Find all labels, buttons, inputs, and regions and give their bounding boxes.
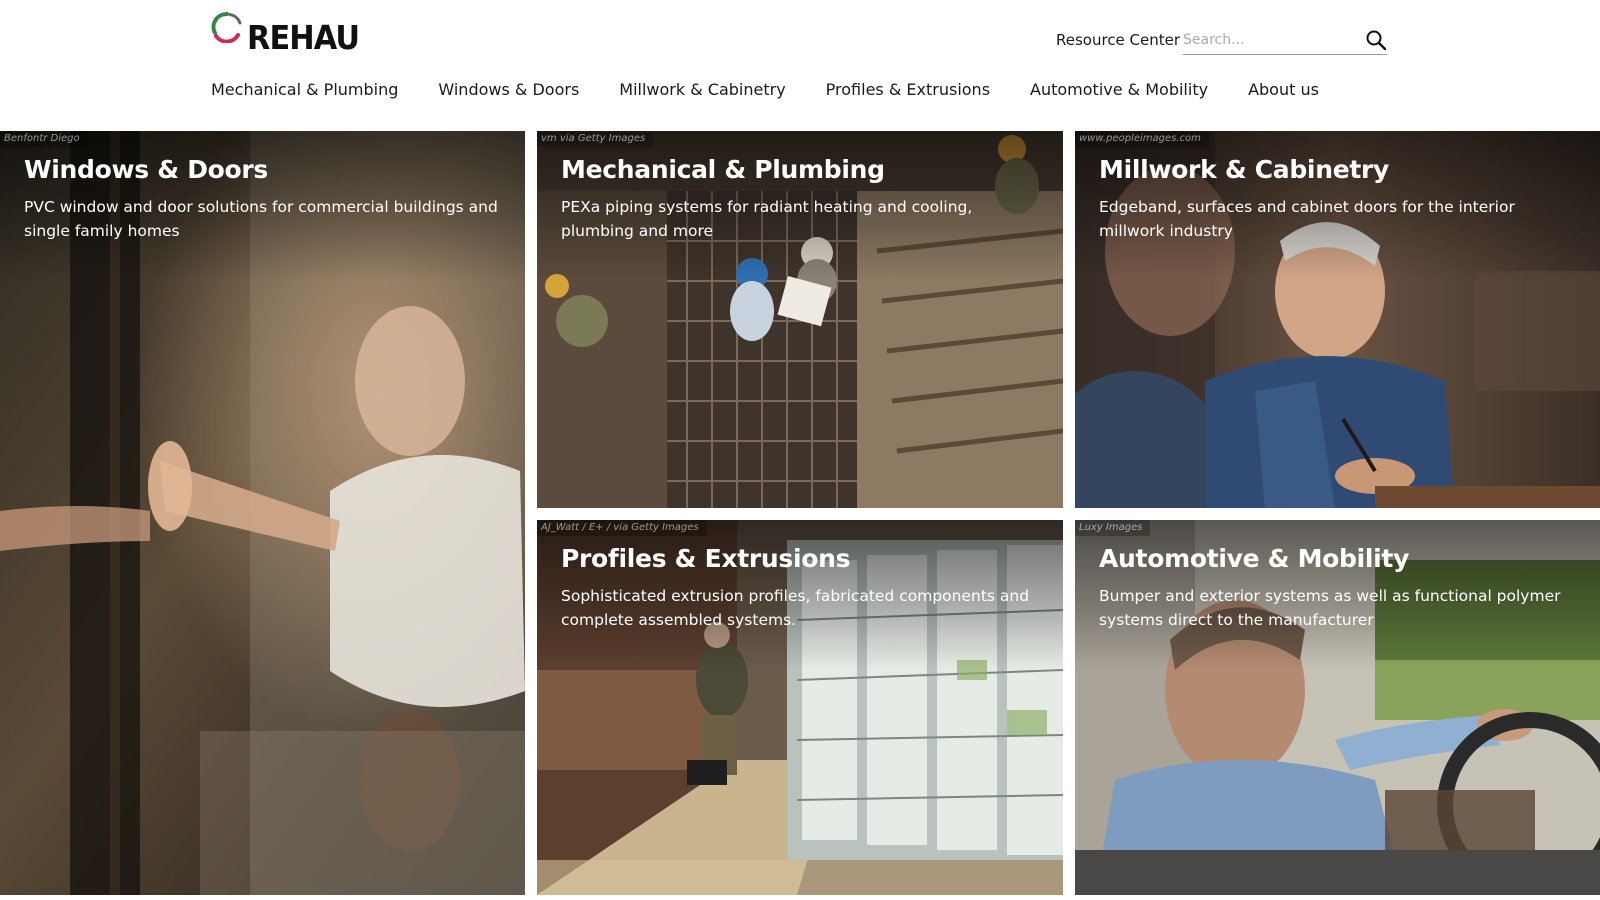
image-credit: www.peopleimages.com [1075,131,1209,147]
tile-windows-doors[interactable]: Benfontr Diego Windows & Doors PVC windo… [0,131,525,895]
main-nav: Mechanical & Plumbing Windows & Doors Mi… [211,78,1319,104]
tile-description: PVC window and door solutions for commer… [24,198,498,240]
tile-description: Bumper and exterior systems as well as f… [1099,587,1561,629]
tile-automotive-mobility[interactable]: Luxy Images Automotive & Mobility Bumper… [1075,520,1600,895]
image-credit: AJ_Watt / E+ / via Getty Images [537,520,707,536]
logo-wordmark: REHAU [247,18,360,57]
tile-title: Automotive & Mobility [1099,544,1410,573]
resource-center-link[interactable]: Resource Center [1056,31,1180,49]
tile-title: Millwork & Cabinetry [1099,155,1390,184]
tile-description: Edgeband, surfaces and cabinet doors for… [1099,198,1515,240]
tile-title: Windows & Doors [24,155,269,184]
search-box [1183,27,1387,55]
tile-description: Sophisticated extrusion profiles, fabric… [561,587,1030,629]
tile-title: Profiles & Extrusions [561,544,851,573]
nav-item-profiles-extrusions[interactable]: Profiles & Extrusions [826,78,990,104]
tile-description: PEXa piping systems for radiant heating … [561,198,973,240]
nav-item-mechanical-plumbing[interactable]: Mechanical & Plumbing [211,78,398,104]
nav-item-automotive-mobility[interactable]: Automotive & Mobility [1030,78,1208,104]
nav-item-windows-doors[interactable]: Windows & Doors [438,78,579,104]
image-credit: vm via Getty Images [537,131,654,147]
image-credit: Luxy Images [1075,520,1151,536]
search-input[interactable] [1183,27,1358,53]
search-icon[interactable] [1365,29,1387,51]
tile-profiles-extrusions[interactable]: AJ_Watt / E+ / via Getty Images Profiles… [537,520,1063,895]
logo-mark-icon [211,12,242,43]
site-header: REHAU Resource Center Mechanical & Plumb… [0,0,1600,131]
nav-item-about-us[interactable]: About us [1248,78,1319,104]
tile-millwork-cabinetry[interactable]: www.peopleimages.com Millwork & Cabinetr… [1075,131,1600,508]
image-credit: Benfontr Diego [0,131,88,147]
nav-item-millwork-cabinetry[interactable]: Millwork & Cabinetry [619,78,785,104]
tile-mechanical-plumbing[interactable]: vm via Getty Images Mechanical & Plumbin… [537,131,1063,508]
rehau-logo[interactable]: REHAU [211,11,361,61]
tile-title: Mechanical & Plumbing [561,155,885,184]
